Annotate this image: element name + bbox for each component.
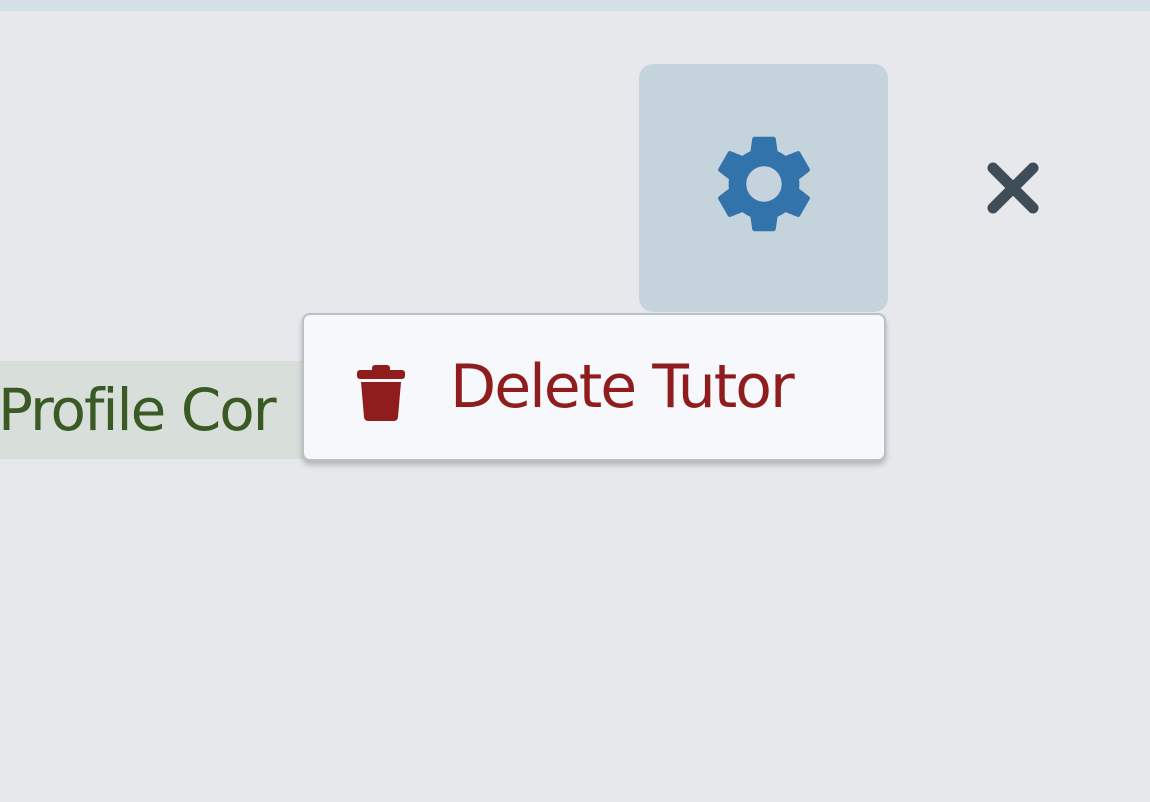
trash-icon (357, 365, 405, 421)
status-badge: Profile Cor (0, 361, 330, 459)
settings-button[interactable] (639, 64, 888, 312)
close-button[interactable] (968, 146, 1058, 230)
delete-tutor-label: Delete Tutor (450, 352, 795, 422)
close-icon (987, 162, 1039, 214)
gear-icon (717, 136, 810, 232)
delete-tutor-menu-item[interactable]: Delete Tutor (304, 315, 884, 459)
top-bar (0, 0, 1150, 11)
status-badge-label: Profile Cor (0, 376, 277, 444)
settings-dropdown-menu: Delete Tutor (302, 313, 886, 461)
